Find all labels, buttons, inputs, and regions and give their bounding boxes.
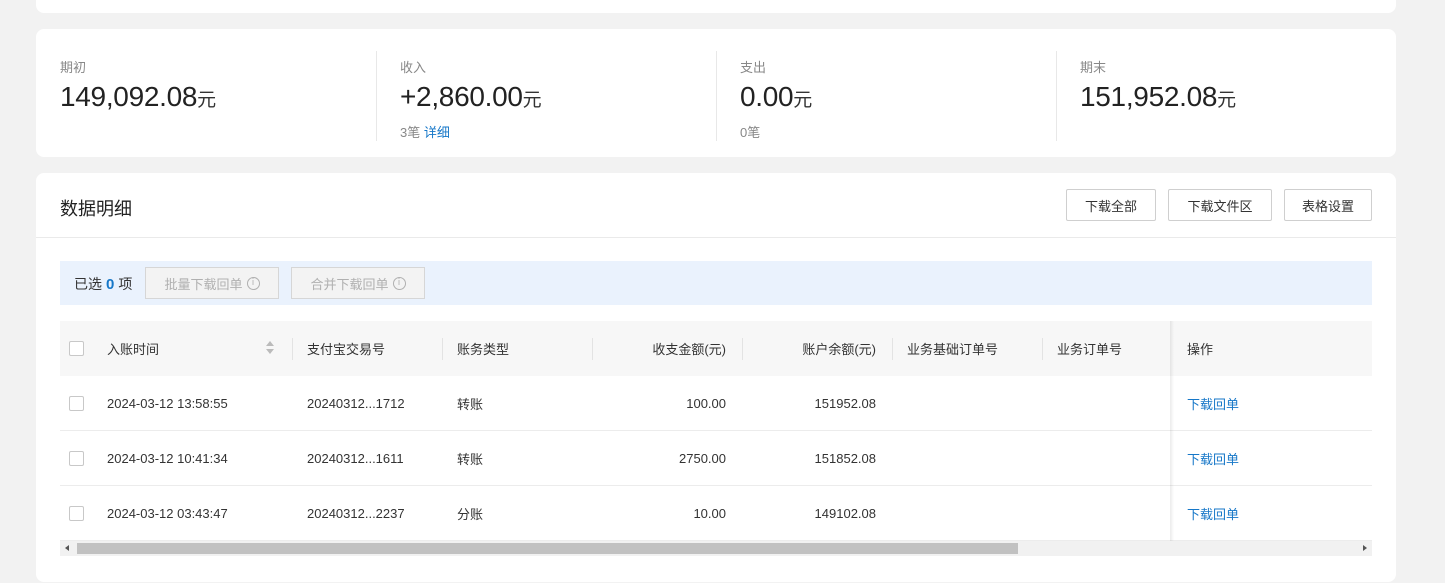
row-checkbox[interactable] <box>69 451 84 466</box>
stat-amount-value: +2,860.00 <box>400 81 523 112</box>
stat-count: 3笔 <box>400 125 421 140</box>
stat-label: 期末 <box>1080 60 1107 75</box>
col-header-time: 入账时间 <box>107 342 160 357</box>
stat-sub: 3笔 详细 <box>400 122 450 141</box>
sticky-column-shadow <box>1170 321 1174 541</box>
cell-time: 2024-03-12 03:43:47 <box>107 506 228 521</box>
scrollbar-thumb[interactable] <box>77 543 1018 554</box>
table-row: 2024-03-12 10:41:34 20240312...1611 转账 2… <box>60 431 1372 486</box>
cell-type: 分账 <box>457 507 484 522</box>
select-all-checkbox[interactable] <box>69 341 84 356</box>
col-header-type: 账务类型 <box>457 342 510 357</box>
stat-amount: 0.00元 <box>740 81 812 113</box>
download-all-button[interactable]: 下载全部 <box>1066 189 1156 221</box>
download-receipt-link[interactable]: 下载回单 <box>1187 486 1239 541</box>
income-detail-link[interactable]: 详细 <box>424 125 450 140</box>
cell-balance: 149102.08 <box>814 506 876 521</box>
selection-bar: 已选 0 项 批量下载回单 i 合并下载回单 i <box>60 261 1372 305</box>
cell-trade-no: 20240312...1611 <box>307 451 404 466</box>
selection-status: 已选 0 项 <box>74 274 132 294</box>
row-checkbox[interactable] <box>69 396 84 411</box>
stat-label: 期初 <box>60 60 87 75</box>
stat-opening: 期初 149,092.08元 <box>36 29 376 157</box>
stat-unit: 元 <box>197 90 216 111</box>
col-header-action: 操作 <box>1187 342 1214 357</box>
stat-expense: 支出 0.00元 0笔 <box>716 29 1056 157</box>
col-header-order: 业务订单号 <box>1057 342 1123 357</box>
detail-card: 数据明细 下载全部 下载文件区 表格设置 已选 0 项 批量下载回单 i 合并下载回单… <box>36 173 1396 582</box>
col-header-trade-no: 支付宝交易号 <box>307 342 386 357</box>
stat-count: 0笔 <box>740 125 761 140</box>
cell-balance: 151852.08 <box>814 451 876 466</box>
batch-download-button[interactable]: 批量下载回单 i <box>145 267 279 299</box>
top-card <box>36 0 1396 13</box>
stat-unit: 元 <box>522 90 542 111</box>
cell-type: 转账 <box>457 452 484 467</box>
col-separator <box>292 338 293 360</box>
sort-icon[interactable] <box>266 341 274 355</box>
table-settings-button[interactable]: 表格设置 <box>1284 189 1372 221</box>
cell-time: 2024-03-12 13:58:55 <box>107 396 228 411</box>
cell-amount: 10.00 <box>693 506 726 521</box>
cell-amount: 100.00 <box>686 396 726 411</box>
arrow-right-icon[interactable] <box>1363 545 1367 551</box>
download-receipt-link[interactable]: 下载回单 <box>1187 431 1239 486</box>
batch-download-label: 批量下载回单 <box>164 276 243 292</box>
stat-amount-value: 0.00 <box>740 81 794 112</box>
table-row: 2024-03-12 03:43:47 20240312...2237 分账 1… <box>60 486 1372 541</box>
col-header-amount: 收支金额(元) <box>652 342 726 357</box>
divider <box>1056 51 1057 141</box>
selection-suffix: 项 <box>118 276 133 292</box>
table-row: 2024-03-12 13:58:55 20240312...1712 转账 1… <box>60 376 1372 431</box>
stat-amount: 149,092.08元 <box>60 81 216 113</box>
cell-trade-no: 20240312...2237 <box>307 506 405 521</box>
col-separator <box>892 338 893 360</box>
stat-amount-value: 149,092.08 <box>60 81 198 112</box>
summary-card: 期初 149,092.08元 收入 +2,860.00元 3笔 详细 支出 0.… <box>36 29 1396 157</box>
col-header-base-order: 业务基础订单号 <box>907 342 999 357</box>
divider <box>716 51 717 141</box>
stat-amount: 151,952.08元 <box>1080 81 1236 113</box>
cell-balance: 151952.08 <box>814 396 876 411</box>
stat-income: 收入 +2,860.00元 3笔 详细 <box>376 29 716 157</box>
merge-download-label: 合并下载回单 <box>310 276 389 292</box>
stat-closing: 期末 151,952.08元 <box>1056 29 1396 157</box>
download-receipt-link[interactable]: 下载回单 <box>1187 376 1239 431</box>
stat-amount: +2,860.00元 <box>400 81 542 113</box>
cell-trade-no: 20240312...1712 <box>307 396 405 411</box>
merge-download-button[interactable]: 合并下载回单 i <box>291 267 425 299</box>
stat-unit: 元 <box>1217 90 1236 111</box>
col-header-balance: 账户余额(元) <box>802 342 876 357</box>
divider <box>376 51 377 141</box>
table-header: 入账时间 支付宝交易号 账务类型 收支金额(元) 账户余额(元) 业务基础订单号… <box>60 321 1372 376</box>
selection-prefix: 已选 <box>74 276 102 292</box>
horizontal-scrollbar[interactable] <box>60 541 1372 556</box>
stat-amount-value: 151,952.08 <box>1080 81 1218 112</box>
cell-type: 转账 <box>457 397 484 412</box>
col-separator <box>1042 338 1043 360</box>
header-divider <box>36 237 1396 238</box>
info-circle-icon: i <box>392 276 406 290</box>
selection-count: 0 <box>106 276 115 293</box>
cell-time: 2024-03-12 10:41:34 <box>107 451 228 466</box>
arrow-left-icon[interactable] <box>65 545 69 551</box>
stat-label: 收入 <box>400 60 427 75</box>
info-circle-icon: i <box>246 276 260 290</box>
cell-amount: 2750.00 <box>679 451 726 466</box>
stat-unit: 元 <box>793 90 812 111</box>
col-separator <box>442 338 443 360</box>
stat-label: 支出 <box>740 60 767 75</box>
row-checkbox[interactable] <box>69 506 84 521</box>
download-area-button[interactable]: 下载文件区 <box>1168 189 1272 221</box>
section-title: 数据明细 <box>60 199 132 219</box>
